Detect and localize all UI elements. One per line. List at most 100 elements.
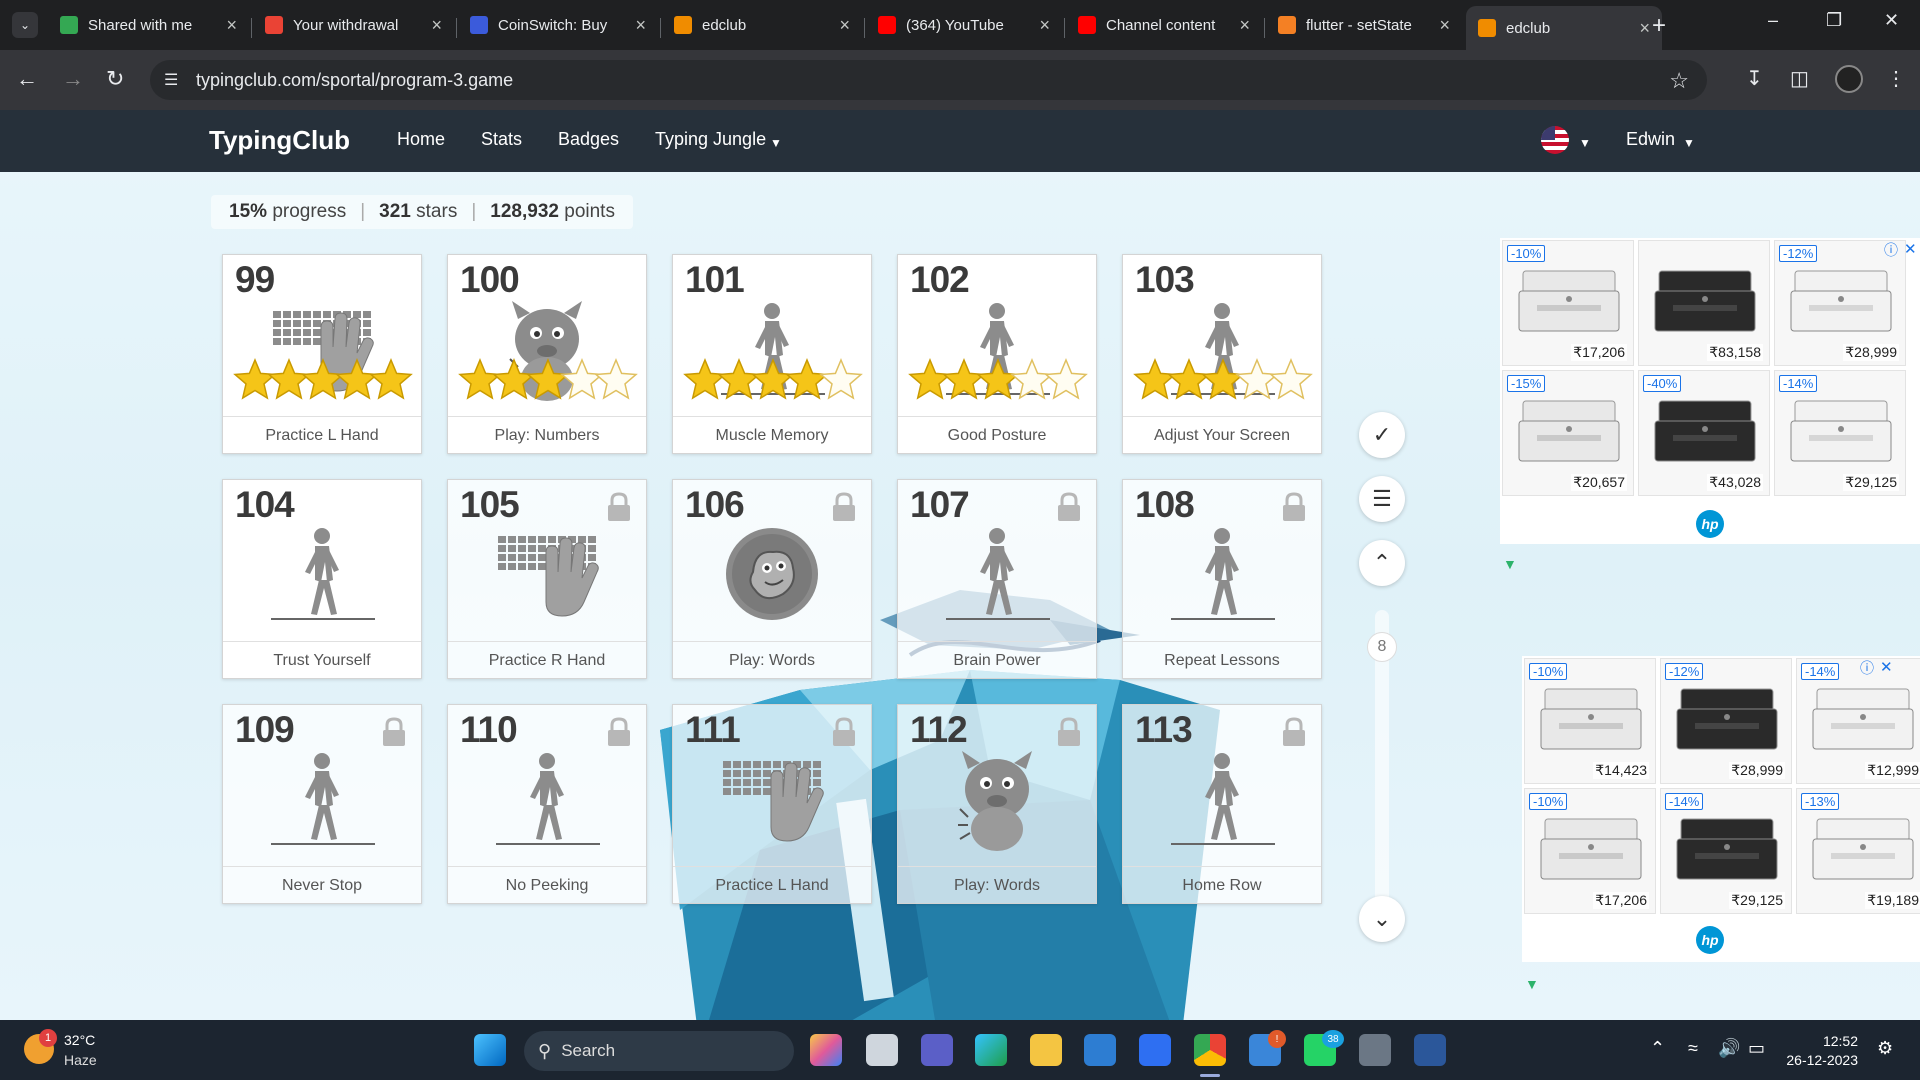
notifications-bell-icon[interactable]: ⚙ [1877,1038,1893,1059]
close-tab-icon[interactable]: × [1239,15,1250,36]
scroll-up-button[interactable]: ⌃ [1359,540,1405,586]
lesson-card-106[interactable]: 106 Play: Words [672,479,872,679]
ad-printer-item[interactable]: -14% ₹29,125 [1774,370,1906,496]
chrome-icon[interactable] [1194,1034,1226,1066]
browser-tab[interactable]: edclub × [1466,6,1662,50]
bookmark-star-icon[interactable]: ☆ [1669,68,1689,94]
lesson-card-110[interactable]: 110 No Peeking [447,704,647,904]
lesson-card-100[interactable]: 100 Play: Numbers [447,254,647,454]
volume-icon[interactable]: 🔊 [1718,1038,1740,1059]
tray-chevron-icon[interactable]: ⌃ [1650,1038,1665,1059]
user-chevron-down-icon[interactable]: ▼ [1683,136,1695,150]
tab-search-chevron-icon[interactable]: ⌄ [12,12,38,38]
lesson-card-111[interactable]: 111 Practice L Hand [672,704,872,904]
lesson-card-102[interactable]: 102 Good Posture [897,254,1097,454]
chevron-down-icon[interactable]: ▼ [770,136,782,150]
lesson-card-103[interactable]: 103 Adjust Your Screen [1122,254,1322,454]
taskbar-search[interactable]: ⚲ Search [524,1031,794,1071]
printer-ad-bottom[interactable]: -10% ₹14,423 -12% ₹28,999 -14% ₹12,999 -… [1522,656,1920,962]
ad-printer-item[interactable]: -14% ₹12,999 [1796,658,1920,784]
minimize-icon[interactable]: – [1768,10,1778,31]
ad-printer-item[interactable]: -10% ₹17,206 [1524,788,1656,914]
browser-tab[interactable]: Channel content × [1066,6,1262,44]
weather-temperature[interactable]: 32°C [64,1032,95,1048]
ad-info-icon[interactable]: ⓘ [1860,658,1874,678]
scroll-down-button[interactable]: ⌄ [1359,896,1405,942]
browser-tab[interactable]: Shared with me × [48,6,249,44]
ad-close-icon[interactable]: ✕ [1904,240,1917,258]
start-windows-icon[interactable] [474,1034,506,1066]
battery-icon[interactable]: ▭ [1748,1038,1765,1059]
ad-printer-item[interactable]: -40% ₹43,028 [1638,370,1770,496]
lesson-card-112[interactable]: 112 Play: Words [897,704,1097,904]
file-explorer-icon[interactable] [1030,1034,1062,1066]
ad-printer-item[interactable]: -15% ₹20,657 [1502,370,1634,496]
ad-close-icon[interactable]: ✕ [1880,658,1893,676]
user-menu[interactable]: Edwin [1626,129,1675,150]
browser-tab[interactable]: Your withdrawal × [253,6,454,44]
close-window-icon[interactable]: ✕ [1884,10,1899,31]
ad-choices-icon[interactable]: ▼ [1503,556,1517,572]
wifi-icon[interactable]: ≈ [1688,1038,1698,1059]
close-tab-icon[interactable]: × [1439,15,1450,36]
taskbar-clock[interactable]: 12:52 26-12-2023 [1786,1032,1858,1070]
lesson-card-105[interactable]: 105 Practice R Hand [447,479,647,679]
nav-stats[interactable]: Stats [481,129,522,150]
forward-icon[interactable]: → [62,66,84,92]
back-icon[interactable]: ← [16,66,38,92]
weather-description[interactable]: Haze [64,1052,97,1068]
ad-printer-item[interactable]: -14% ₹29,125 [1660,788,1792,914]
edge-icon[interactable] [975,1034,1007,1066]
teams-icon[interactable] [921,1034,953,1066]
nav-badges[interactable]: Badges [558,129,619,150]
close-tab-icon[interactable]: × [431,15,442,36]
new-tab-button[interactable]: + [1652,12,1666,40]
close-tab-icon[interactable]: × [635,15,646,36]
lesson-card-109[interactable]: 109 Never Stop [222,704,422,904]
app-store-icon[interactable] [1139,1034,1171,1066]
lesson-card-101[interactable]: 101 Muscle Memory [672,254,872,454]
mail-icon[interactable] [1084,1034,1116,1066]
hp-logo[interactable]: hp [1696,926,1724,954]
menu-button[interactable]: ☰ [1359,476,1405,522]
lesson-card-107[interactable]: 107 Brain Power [897,479,1097,679]
profile-avatar[interactable] [1835,65,1863,93]
language-chevron-down-icon[interactable]: ▼ [1579,136,1591,150]
check-progress-button[interactable]: ✓ [1359,412,1405,458]
nav-typing-jungle[interactable]: Typing Jungle [655,129,766,150]
close-tab-icon[interactable]: × [1639,18,1650,39]
browser-menu-icon[interactable]: ⋮ [1886,66,1906,91]
word-icon[interactable] [1414,1034,1446,1066]
close-tab-icon[interactable]: × [226,15,237,36]
browser-tab[interactable]: (364) YouTube × [866,6,1062,44]
lesson-card-113[interactable]: 113 Home Row [1122,704,1322,904]
site-info-icon[interactable]: ☰ [164,70,184,90]
ad-choices-icon[interactable]: ▼ [1525,976,1539,992]
address-bar[interactable]: ☰ typingclub.com/sportal/program-3.game … [150,60,1707,100]
calculator-icon[interactable] [1359,1034,1391,1066]
maximize-icon[interactable]: ❐ [1826,10,1842,31]
download-icon[interactable]: ↧ [1746,66,1763,91]
lesson-card-104[interactable]: 104 Trust Yourself [222,479,422,679]
ad-info-icon[interactable]: ⓘ [1884,240,1898,260]
site-logo[interactable]: TypingClub [209,125,350,156]
ad-printer-item[interactable]: ₹83,158 [1638,240,1770,366]
ad-printer-item[interactable]: -13% ₹19,189 [1796,788,1920,914]
browser-tab[interactable]: edclub × [662,6,862,44]
task-view-icon[interactable] [866,1034,898,1066]
browser-tab[interactable]: flutter - setState × [1266,6,1462,44]
close-tab-icon[interactable]: × [839,15,850,36]
lesson-card-108[interactable]: 108 Repeat Lessons [1122,479,1322,679]
ad-printer-item[interactable]: -12% ₹28,999 [1660,658,1792,784]
language-flag-icon[interactable] [1541,126,1569,154]
ad-printer-item[interactable]: -10% ₹17,206 [1502,240,1634,366]
lesson-card-99[interactable]: 99 Practice L Hand [222,254,422,454]
copilot-icon[interactable] [810,1034,842,1066]
hp-logo[interactable]: hp [1696,510,1724,538]
side-panel-icon[interactable]: ◫ [1790,66,1809,91]
browser-tab[interactable]: CoinSwitch: Buy × [458,6,658,44]
close-tab-icon[interactable]: × [1039,15,1050,36]
printer-ad-top[interactable]: -10% ₹17,206 ₹83,158 -12% ₹28,999 -15% ₹… [1500,238,1920,544]
reload-icon[interactable]: ↻ [106,66,124,92]
nav-home[interactable]: Home [397,129,445,150]
